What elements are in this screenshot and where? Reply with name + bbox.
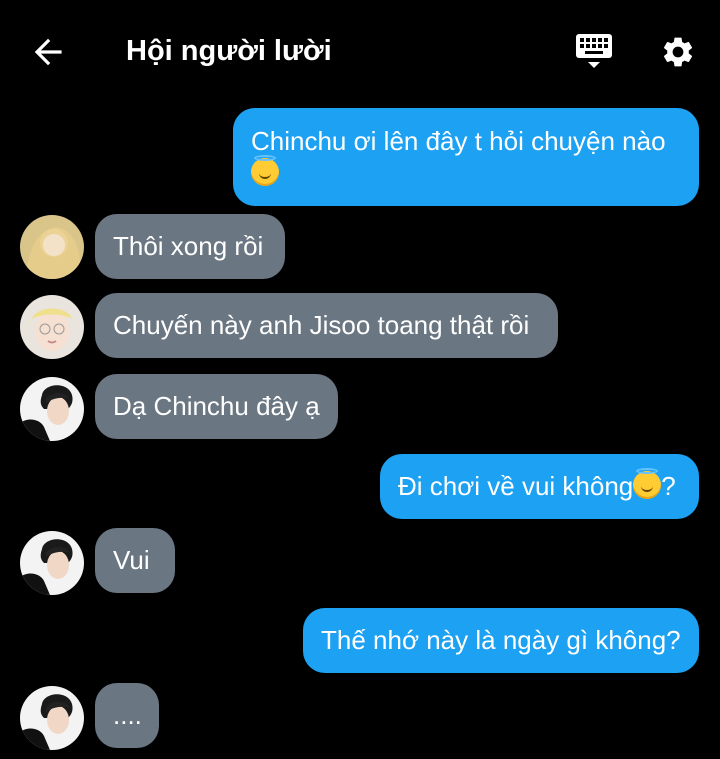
smiling-face-with-halo-icon <box>251 155 279 186</box>
avatar[interactable] <box>20 686 84 750</box>
gear-icon <box>663 37 693 67</box>
avatar-blonde-glasses-icon <box>20 295 84 359</box>
message-bubble-incoming[interactable]: Vui <box>95 528 175 593</box>
keyboard-button[interactable] <box>572 32 616 76</box>
message-text: .... <box>113 700 142 730</box>
avatar-dark-hair-icon <box>20 686 84 750</box>
avatar-dark-hair-icon <box>20 377 84 441</box>
chat-screen: Hội người lười Chinchu ơi lên đây t hỏi … <box>0 0 720 759</box>
message-text: Thế nhớ này là ngày gì không? <box>321 625 681 655</box>
message-bubble-incoming[interactable]: Dạ Chinchu đây ạ <box>95 374 338 439</box>
avatar-blonde-hair-icon <box>20 215 84 279</box>
message-text: Chuyến này anh Jisoo toang thật rồi <box>113 310 530 340</box>
smiling-face-with-halo-icon <box>633 468 662 499</box>
message-bubble-outgoing[interactable]: Chinchu ơi lên đây t hỏi chuyện nào <box>233 108 699 206</box>
message-text: Vui <box>113 545 150 575</box>
message-bubble-outgoing[interactable]: Đi chơi về vui không? <box>380 454 699 519</box>
chat-header: Hội người lười <box>0 0 720 104</box>
settings-button[interactable] <box>656 30 700 74</box>
back-button[interactable] <box>28 30 68 74</box>
message-bubble-incoming[interactable]: .... <box>95 683 159 748</box>
page-title: Hội người lười <box>126 35 332 67</box>
message-bubble-outgoing[interactable]: Thế nhớ này là ngày gì không? <box>303 608 699 673</box>
message-text: Thôi xong rồi <box>113 231 264 261</box>
keyboard-icon <box>576 34 612 68</box>
message-text: Chinchu ơi lên đây t hỏi chuyện nào <box>251 126 666 156</box>
avatar[interactable] <box>20 377 84 441</box>
arrow-left-icon <box>34 38 62 66</box>
avatar[interactable] <box>20 295 84 359</box>
avatar[interactable] <box>20 531 84 595</box>
message-text: Đi chơi về vui không <box>398 471 634 501</box>
avatar[interactable] <box>20 215 84 279</box>
message-bubble-incoming[interactable]: Chuyến này anh Jisoo toang thật rồi <box>95 293 558 358</box>
message-text: Dạ Chinchu đây ạ <box>113 391 320 421</box>
message-text-suffix: ? <box>661 471 676 501</box>
avatar-dark-hair-icon <box>20 531 84 595</box>
message-bubble-incoming[interactable]: Thôi xong rồi <box>95 214 285 279</box>
